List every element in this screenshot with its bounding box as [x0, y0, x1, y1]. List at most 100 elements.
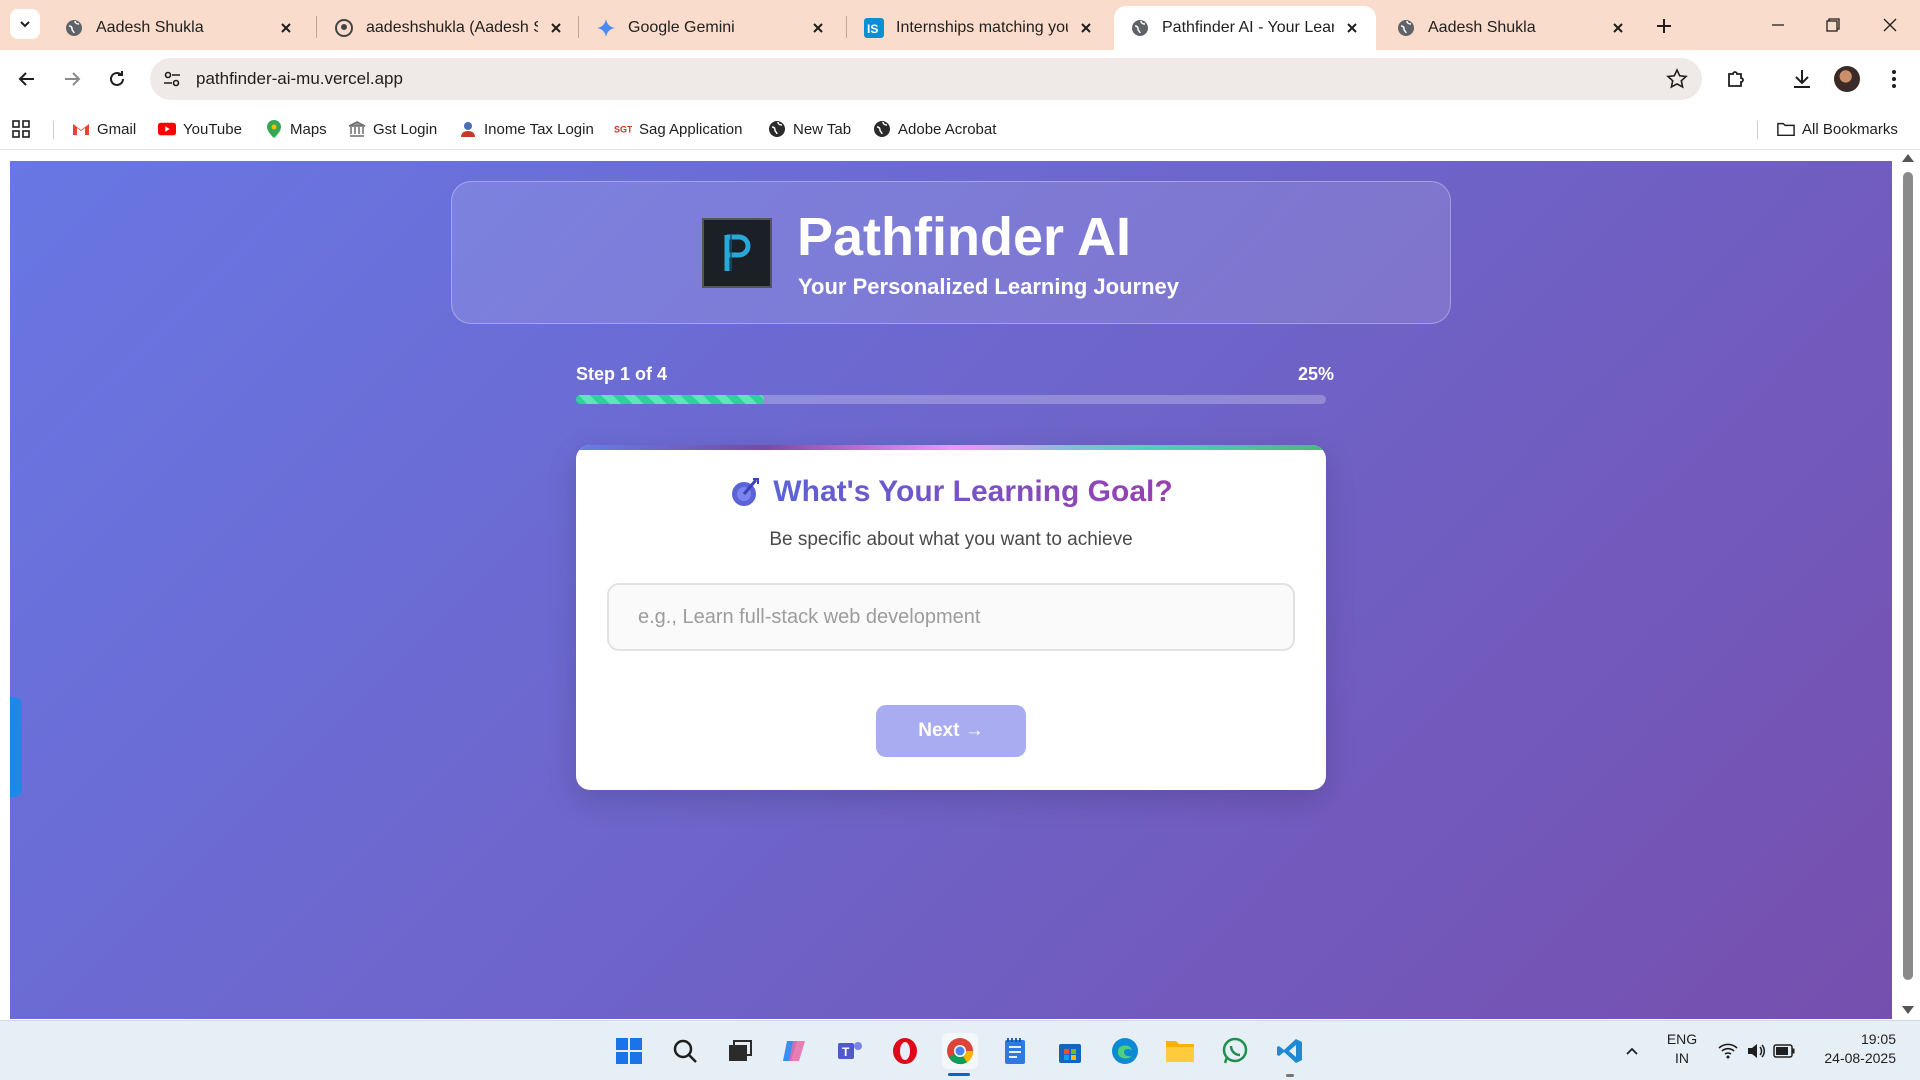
battery-icon[interactable] [1772, 1039, 1796, 1063]
browser-menu-button[interactable] [1878, 63, 1910, 95]
close-window-button[interactable] [1870, 8, 1910, 42]
profile-avatar[interactable] [1834, 66, 1860, 92]
bookmark-separator [53, 121, 54, 139]
start-button[interactable] [611, 1033, 647, 1069]
whatsapp-icon [1222, 1037, 1248, 1064]
bookmark-youtube[interactable]: YouTube [158, 117, 242, 141]
bookmark-income-tax[interactable]: Inome Tax Login [459, 117, 594, 141]
sag-icon: SGT [614, 120, 632, 138]
bookmark-sag-application[interactable]: SGT Sag Application [614, 117, 742, 141]
forward-button[interactable] [55, 62, 89, 96]
card-subtitle: Be specific about what you want to achie… [769, 529, 1133, 550]
scroll-thumb[interactable] [1903, 172, 1913, 980]
github-icon [334, 18, 354, 38]
apps-button[interactable] [12, 117, 37, 141]
close-icon[interactable] [1342, 18, 1362, 38]
search-icon [673, 1039, 697, 1063]
tab-pathfinder-active[interactable]: Pathfinder AI - Your Learnin [1114, 6, 1376, 50]
scroll-down-arrow[interactable] [1902, 1006, 1914, 1014]
bookmark-label: Adobe Acrobat [898, 120, 997, 138]
taskbar-vscode[interactable] [1272, 1033, 1308, 1069]
close-icon [1883, 18, 1897, 32]
address-bar[interactable]: pathfinder-ai-mu.vercel.app [150, 58, 1702, 100]
plus-icon [1657, 19, 1671, 33]
new-tab-button[interactable] [1650, 12, 1678, 40]
arrow-left-icon [18, 72, 34, 86]
teams-icon: T [838, 1042, 862, 1059]
progress-fill [576, 395, 764, 404]
next-button[interactable]: Next → [876, 705, 1026, 757]
tab-github[interactable]: aadeshshukla (Aadesh Shu [318, 6, 580, 50]
tab-internships[interactable]: IS Internships matching your [848, 6, 1110, 50]
close-icon[interactable] [1608, 18, 1628, 38]
taskbar-opera[interactable] [887, 1033, 923, 1069]
tab-google-gemini[interactable]: Google Gemini [580, 6, 842, 50]
taskbar-search[interactable] [667, 1033, 703, 1069]
taskbar-teams[interactable]: T [832, 1033, 868, 1069]
language-label: ENG [1666, 1031, 1698, 1047]
globe-icon [64, 18, 84, 38]
vscode-icon [1277, 1039, 1302, 1063]
card-accent-bar [576, 445, 1326, 450]
site-settings-icon[interactable] [162, 69, 182, 89]
bookmark-adobe-acrobat[interactable]: Adobe Acrobat [873, 117, 996, 141]
extensions-button[interactable] [1720, 63, 1752, 95]
clock-date: 24-08-2025 [1824, 1050, 1896, 1066]
close-icon[interactable] [1076, 18, 1096, 38]
volume-icon[interactable] [1744, 1039, 1768, 1063]
bookmark-gmail[interactable]: Gmail [72, 117, 136, 141]
notepad-icon [1005, 1038, 1025, 1064]
taskbar-whatsapp[interactable] [1217, 1033, 1253, 1069]
all-bookmarks-button[interactable]: All Bookmarks [1777, 117, 1898, 141]
internshala-icon: IS [864, 18, 884, 38]
progress-bar [576, 395, 1326, 404]
bookmark-new-tab[interactable]: New Tab [768, 117, 851, 141]
clock[interactable]: 19:05 24-08-2025 [1810, 1031, 1896, 1066]
restore-icon [1826, 18, 1840, 32]
language-indicator[interactable]: ENG IN [1664, 1031, 1700, 1066]
page-scrollbar[interactable] [1896, 150, 1920, 1020]
bookmark-star-icon[interactable] [1666, 68, 1688, 90]
income-tax-icon [459, 120, 477, 138]
close-icon[interactable] [808, 18, 828, 38]
bookmark-gst-login[interactable]: Gst Login [348, 117, 437, 141]
tab-aadesh-shukla-1[interactable]: Aadesh Shukla [48, 6, 310, 50]
close-icon[interactable] [276, 18, 296, 38]
minimize-button[interactable] [1758, 8, 1798, 42]
minimize-icon [1772, 24, 1784, 26]
back-button[interactable] [10, 62, 44, 96]
copilot-icon [783, 1041, 805, 1061]
taskbar-chrome[interactable] [942, 1033, 978, 1069]
goal-card: What's Your Learning Goal? Be specific a… [576, 445, 1326, 790]
tab-label: Pathfinder AI - Your Learnin [1162, 19, 1334, 36]
taskbar-file-explorer[interactable] [1162, 1033, 1198, 1069]
learning-goal-input[interactable] [607, 583, 1295, 651]
bookmark-maps[interactable]: Maps [265, 117, 327, 141]
side-tab-handle[interactable] [10, 697, 22, 797]
scroll-up-arrow[interactable] [1902, 154, 1914, 162]
reload-button[interactable] [100, 62, 134, 96]
taskbar-edge[interactable] [1107, 1033, 1143, 1069]
progress-percent: 25% [1297, 364, 1334, 384]
taskbar-notepad[interactable] [997, 1033, 1033, 1069]
task-view-button[interactable] [722, 1033, 758, 1069]
app-subtitle: Your Personalized Learning Journey [798, 274, 1180, 299]
close-icon[interactable] [546, 18, 566, 38]
taskbar-copilot[interactable] [777, 1033, 813, 1069]
wifi-icon[interactable] [1716, 1039, 1740, 1063]
taskbar-store[interactable] [1052, 1033, 1088, 1069]
tab-search-button[interactable] [10, 9, 40, 39]
tab-aadesh-shukla-2[interactable]: Aadesh Shukla [1380, 6, 1642, 50]
opera-icon [893, 1038, 917, 1064]
restore-button[interactable] [1813, 8, 1853, 42]
download-icon [1794, 70, 1810, 88]
globe-icon [1396, 18, 1416, 38]
clock-time: 19:05 [1860, 1031, 1896, 1047]
tab-label: Aadesh Shukla [96, 19, 204, 36]
show-hidden-icons-button[interactable] [1620, 1039, 1644, 1063]
svg-text:SGT: SGT [614, 125, 632, 135]
tab-label: Google Gemini [628, 19, 735, 36]
all-bookmarks-label: All Bookmarks [1802, 120, 1898, 138]
browser-toolbar: pathfinder-ai-mu.vercel.app [0, 50, 1920, 107]
downloads-button[interactable] [1786, 63, 1818, 95]
